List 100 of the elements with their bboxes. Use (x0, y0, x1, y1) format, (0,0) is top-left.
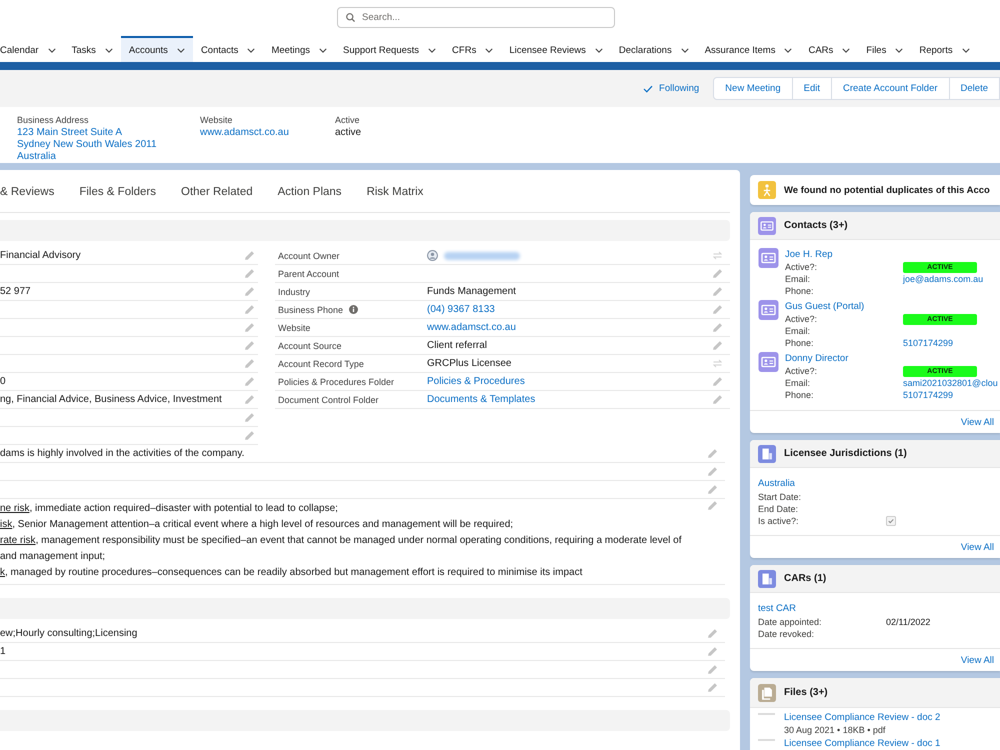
pencil-icon[interactable] (713, 305, 722, 314)
field-link[interactable]: 5107174299 (903, 389, 954, 401)
record-link[interactable]: Joe H. Rep (785, 248, 1000, 261)
chevron-down-icon[interactable] (319, 48, 327, 52)
field-link[interactable]: 123 Main Street Suite A Sydney New South Wales 2011 Australia (17, 127, 157, 163)
pencil-icon[interactable] (713, 269, 722, 278)
chevron-down-icon[interactable] (594, 48, 603, 52)
file-link[interactable]: Licensee Compliance Review - doc 1 (784, 738, 940, 750)
pencil-icon[interactable] (245, 413, 254, 422)
chevron-down-icon[interactable] (680, 48, 689, 52)
pencil-icon[interactable] (708, 629, 717, 638)
pencil-icon[interactable] (713, 395, 722, 404)
nav-tab[interactable]: Licensee Reviews (501, 36, 611, 62)
field-link[interactable]: joe@adams.com.au (903, 273, 984, 285)
chevron-down-icon[interactable] (485, 48, 494, 52)
card-title: Licensee Jurisdictions (1) (784, 448, 907, 459)
chevron-down-icon[interactable] (895, 48, 904, 52)
chevron-down-icon[interactable] (176, 48, 185, 52)
pencil-icon[interactable] (713, 341, 722, 350)
chevron-down-icon[interactable] (428, 48, 436, 52)
action-button[interactable]: Edit (792, 77, 832, 100)
field-link[interactable]: sami2021032801@clou (903, 377, 998, 389)
field-label: Website (200, 115, 232, 126)
pencil-icon[interactable] (708, 485, 717, 494)
pencil-icon[interactable] (245, 305, 254, 314)
chevron-down-icon[interactable] (784, 48, 792, 52)
field-label: Date revoked: (758, 628, 816, 640)
record-tab[interactable]: & Reviews (0, 182, 54, 204)
record-tab[interactable]: Other Related (181, 182, 253, 204)
chevron-down-icon[interactable] (247, 48, 256, 52)
action-button[interactable]: Create Account Folder (831, 77, 950, 100)
search-field[interactable]: Search... (337, 7, 615, 28)
field-link[interactable]: www.adamsct.co.au (427, 322, 516, 333)
following-button[interactable]: Following (643, 81, 700, 96)
nav-tab[interactable]: Declarations (610, 36, 697, 62)
pencil-icon[interactable] (713, 287, 722, 296)
view-all-link[interactable]: View All (960, 654, 994, 666)
chevron-down-icon[interactable] (104, 48, 113, 52)
pencil-icon[interactable] (245, 431, 254, 440)
action-button[interactable]: New Meeting (713, 77, 793, 100)
action-button[interactable]: Delete (948, 77, 1000, 100)
record-link[interactable]: test CAR (758, 603, 796, 614)
search-icon (346, 13, 355, 22)
field-link[interactable]: www.adamsct.co.au (200, 127, 289, 139)
nav-tab[interactable]: Meetings (263, 36, 335, 62)
pencil-icon[interactable] (708, 665, 717, 674)
nav-tab[interactable]: CFRs (444, 36, 502, 62)
chevron-down-icon[interactable] (962, 48, 970, 52)
pencil-icon[interactable] (713, 377, 722, 386)
contact-card-icon (758, 300, 779, 320)
pencil-icon[interactable] (708, 501, 717, 510)
pencil-icon[interactable] (245, 287, 254, 296)
pencil-icon[interactable] (708, 449, 717, 458)
nav-tab[interactable]: Calendar (0, 36, 64, 62)
pencil-icon[interactable] (708, 647, 717, 656)
pencil-icon[interactable] (245, 269, 254, 278)
nav-tab[interactable]: Reports (911, 36, 978, 62)
record-link[interactable]: Australia (758, 478, 795, 489)
field-label: Account Record Type (278, 358, 364, 368)
nav-tab[interactable]: Tasks (64, 36, 121, 62)
chevron-down-icon[interactable] (48, 48, 56, 52)
file-link[interactable]: Licensee Compliance Review - doc 2 (784, 712, 940, 724)
nav-tab[interactable]: Accounts (120, 36, 193, 62)
swap-arrows-icon[interactable] (713, 251, 722, 260)
field-link[interactable]: (04) 9367 8133 (427, 304, 495, 315)
pencil-icon[interactable] (245, 395, 254, 404)
field-label: Is active?: (758, 515, 800, 527)
field-link[interactable]: Policies & Procedures (427, 376, 525, 387)
field-link[interactable]: Documents & Templates (427, 394, 536, 405)
card-title: Files (3+) (784, 687, 828, 698)
field-label: Active?: (785, 261, 818, 273)
chevron-down-icon[interactable] (842, 48, 850, 52)
view-all-link[interactable]: View All (960, 416, 994, 428)
nav-tab[interactable]: Contacts (192, 36, 264, 62)
info-icon[interactable] (349, 305, 358, 314)
field-label: Business Phone (278, 304, 344, 314)
nav-tab[interactable]: Files (858, 36, 912, 62)
field-link[interactable]: 5107174299 (903, 337, 954, 349)
nav-tab[interactable]: CARs (800, 36, 858, 62)
pencil-icon[interactable] (245, 359, 254, 368)
record-tab[interactable]: Action Plans (278, 182, 342, 204)
pencil-icon[interactable] (708, 467, 717, 476)
file-details: 30 Aug 2021 • 18KB • pdf (784, 724, 886, 736)
record-link[interactable]: Gus Guest (Portal) (785, 300, 1000, 313)
swap-arrows-icon[interactable] (713, 359, 722, 368)
nav-tab[interactable]: Support Requests (335, 36, 444, 62)
record-tab[interactable]: Risk Matrix (366, 182, 424, 204)
view-all-link[interactable]: View All (960, 542, 994, 552)
pencil-icon[interactable] (708, 683, 717, 692)
record-tab[interactable]: Files & Folders (79, 182, 156, 204)
field-label: Industry (278, 286, 310, 296)
nav-tab[interactable]: Assurance Items (696, 36, 800, 62)
pencil-icon[interactable] (245, 251, 254, 260)
pencil-icon[interactable] (713, 323, 722, 332)
pencil-icon[interactable] (245, 341, 254, 350)
field-label: Active?: (785, 313, 818, 325)
pencil-icon[interactable] (245, 377, 254, 386)
field-label: Phone: (785, 389, 815, 401)
pencil-icon[interactable] (245, 323, 254, 332)
record-link[interactable]: Donny Director (785, 352, 1000, 365)
